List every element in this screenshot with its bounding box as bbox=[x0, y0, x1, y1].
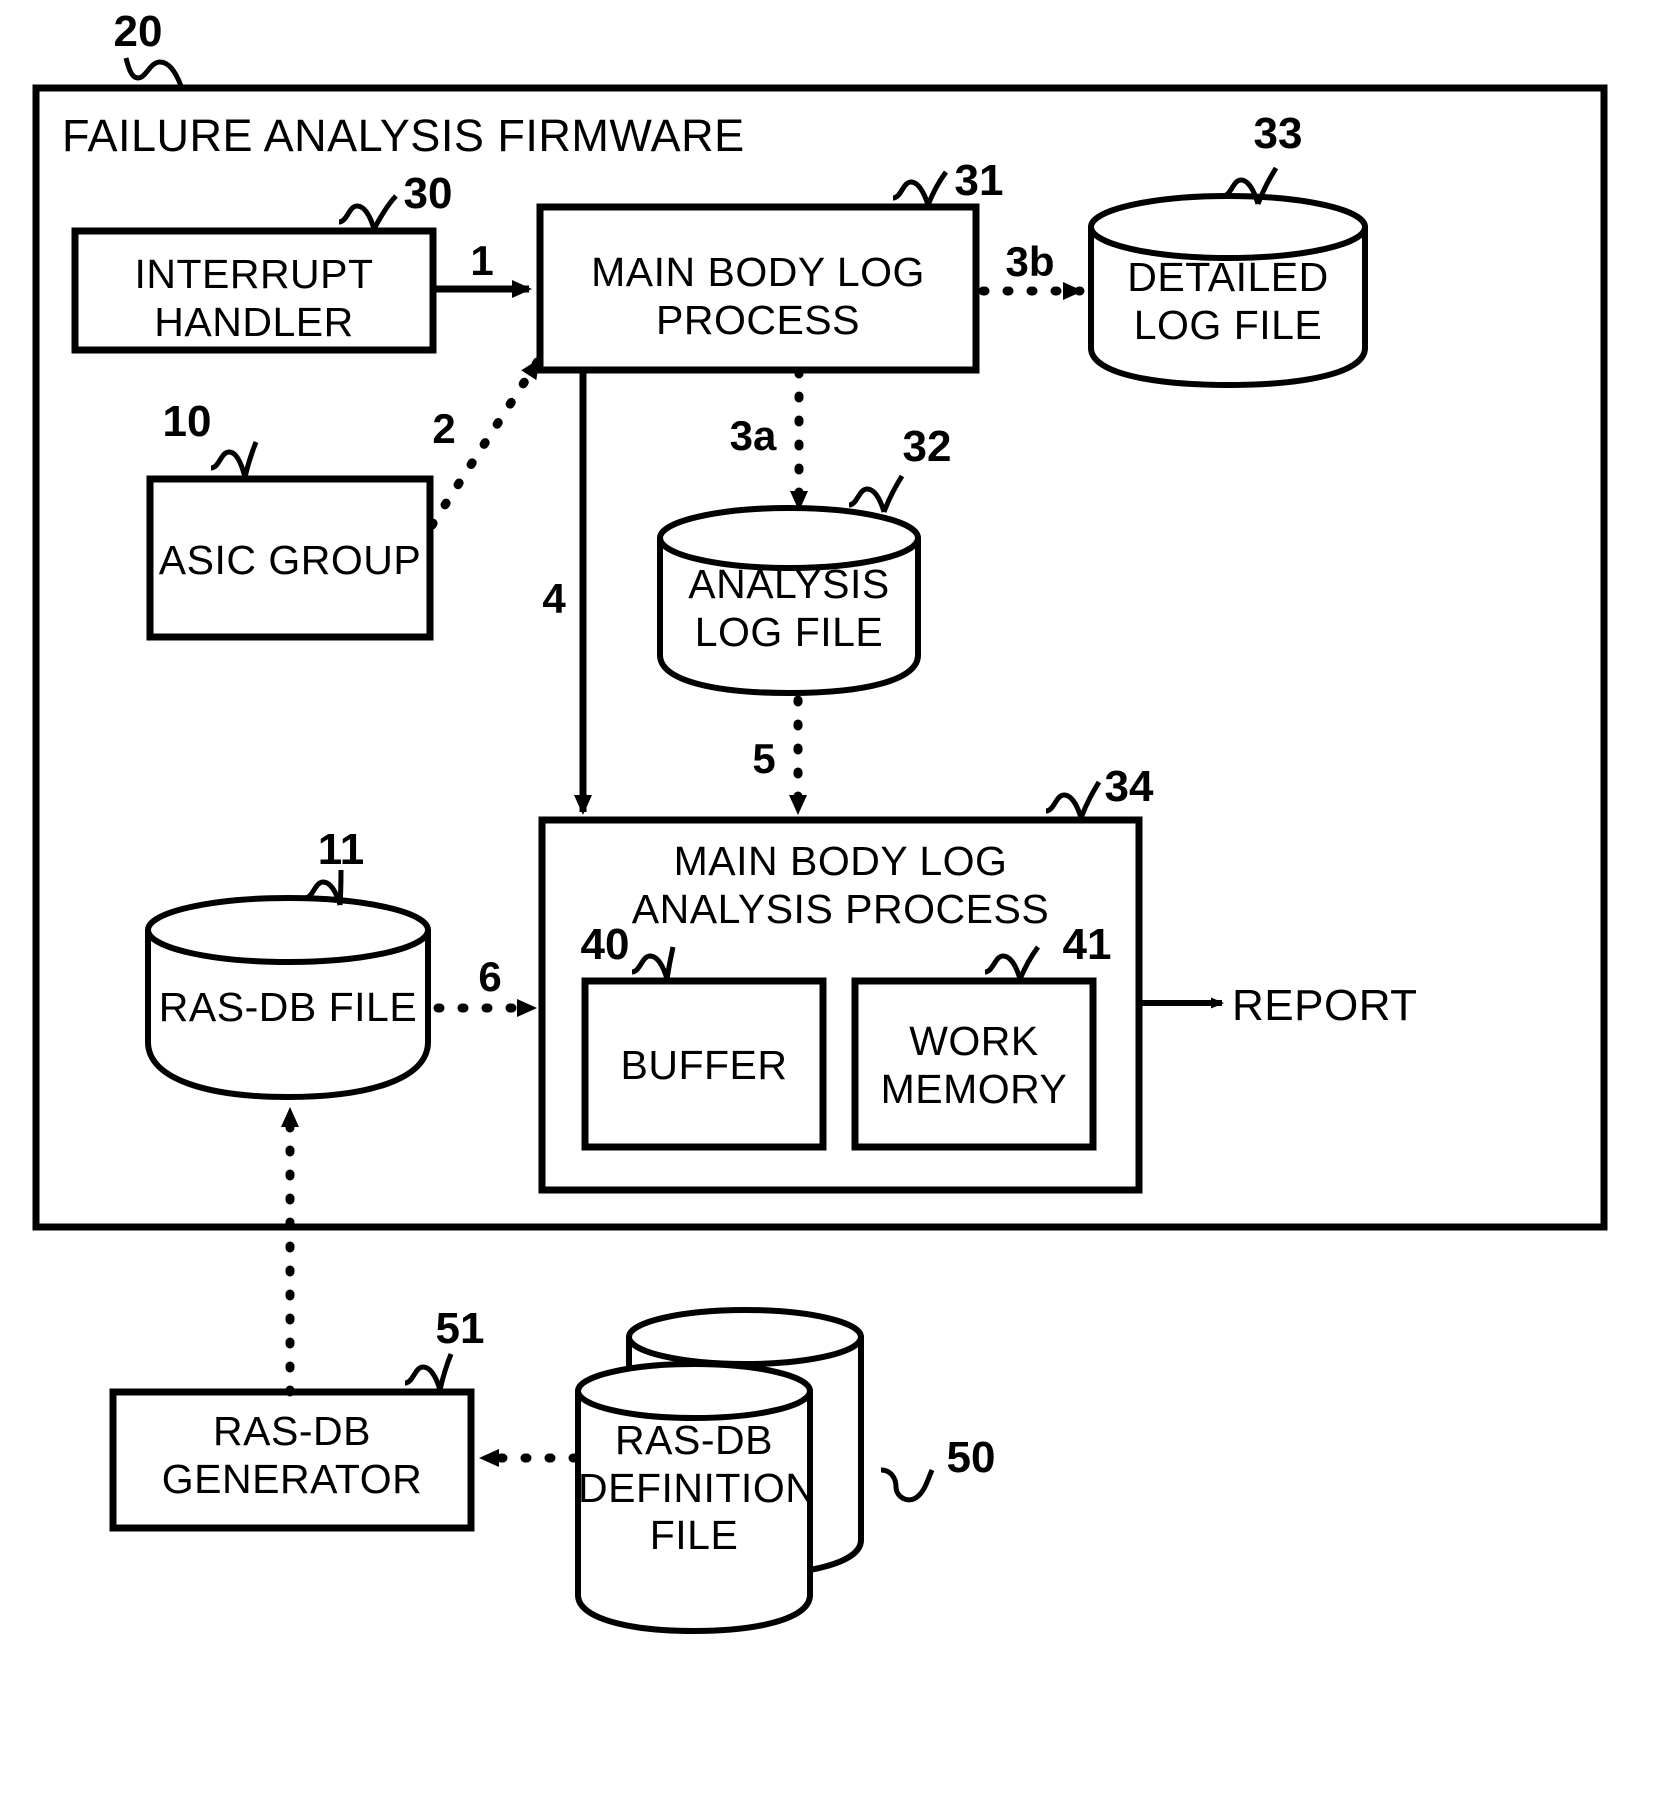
ref-number-20: 20 bbox=[113, 7, 163, 56]
interrupt-handler-label: INTERRUPT HANDLER bbox=[134, 251, 374, 345]
main-body-log-process-label: MAIN BODY LOG PROCESS bbox=[591, 249, 925, 343]
ref-leader-40b bbox=[664, 946, 676, 980]
ref-number-10: 10 bbox=[162, 397, 212, 446]
ref-number-40: 40 bbox=[580, 920, 630, 969]
report-label: REPORT bbox=[1232, 981, 1418, 1030]
ref-leader-51b bbox=[437, 1353, 454, 1391]
analysis-log-file-label: ANALYSIS LOG FILE bbox=[688, 561, 890, 655]
ref-leader-32 bbox=[848, 486, 887, 513]
flow-label-6: 6 bbox=[478, 953, 502, 1000]
ref-leader-41 bbox=[984, 953, 1023, 980]
ref-leader-41b bbox=[1017, 945, 1041, 980]
ref-leader-31 bbox=[892, 179, 931, 206]
flow-label-3b: 3b bbox=[1005, 238, 1055, 285]
ref-leader-32b bbox=[881, 474, 905, 513]
flow-label-5: 5 bbox=[752, 735, 776, 782]
flow-label-4: 4 bbox=[542, 575, 566, 622]
flow-label-3a: 3a bbox=[729, 412, 777, 459]
ras-db-definition-file-label: RAS-DB DEFINITION FILE bbox=[578, 1417, 816, 1559]
ref-leader-10b bbox=[242, 441, 259, 478]
asic-group-label: ASIC GROUP bbox=[158, 537, 422, 583]
ref-number-34: 34 bbox=[1104, 762, 1154, 811]
ref-number-33: 33 bbox=[1253, 109, 1303, 158]
ref-leader-11b bbox=[337, 869, 344, 906]
ref-number-30: 30 bbox=[403, 169, 453, 218]
page-title: FAILURE ANALYSIS FIRMWARE bbox=[62, 110, 745, 161]
ref-leader-34 bbox=[1045, 792, 1084, 819]
patent-figure-diagram: 20 FAILURE ANALYSIS FIRMWARE INTERRUPT H… bbox=[0, 0, 1671, 1816]
ref-number-32: 32 bbox=[902, 422, 952, 471]
ras-db-generator-label: RAS-DB GENERATOR bbox=[161, 1408, 423, 1502]
ref-number-31: 31 bbox=[954, 156, 1004, 205]
ref-leader-20 bbox=[123, 57, 184, 87]
detailed-log-file-label: DETAILED LOG FILE bbox=[1127, 254, 1329, 348]
ref-leader-10 bbox=[210, 449, 248, 478]
ref-number-11: 11 bbox=[317, 825, 365, 874]
ref-leader-51 bbox=[404, 1364, 443, 1391]
ref-number-41: 41 bbox=[1062, 920, 1112, 969]
work-memory-label: WORK MEMORY bbox=[880, 1018, 1068, 1112]
ras-db-file-label: RAS-DB FILE bbox=[158, 984, 418, 1030]
flow-label-1: 1 bbox=[470, 237, 494, 284]
ref-leader-30 bbox=[338, 203, 377, 230]
ref-leader-50 bbox=[880, 1467, 935, 1503]
ref-number-50: 50 bbox=[946, 1433, 996, 1482]
ref-number-51: 51 bbox=[435, 1304, 485, 1353]
buffer-label: BUFFER bbox=[620, 1042, 788, 1088]
flow-label-2: 2 bbox=[432, 405, 456, 452]
